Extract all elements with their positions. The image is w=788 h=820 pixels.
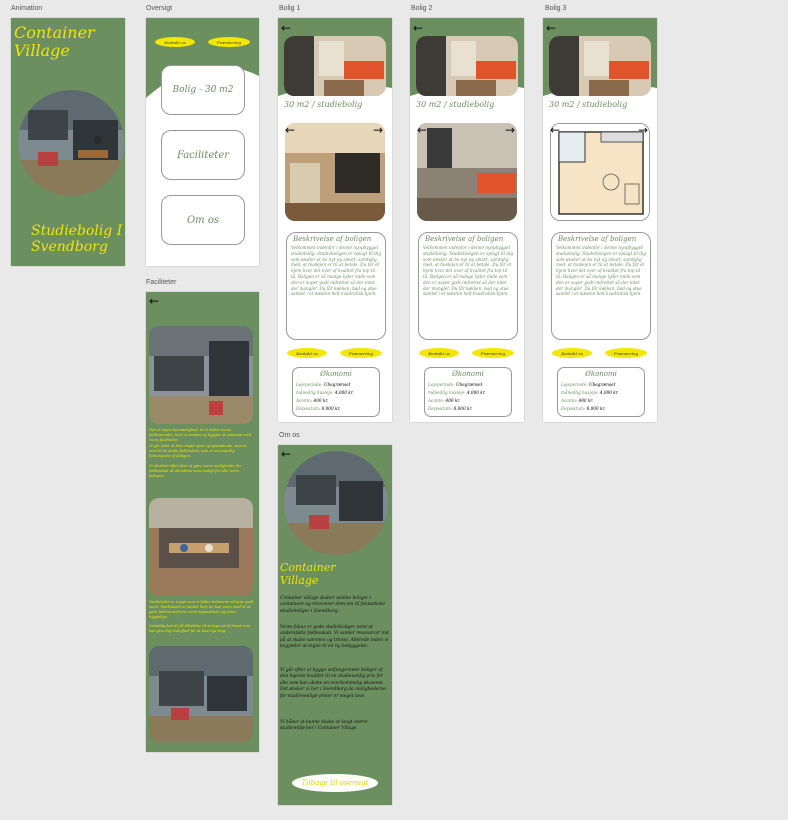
- award-pill[interactable]: Præmiering: [605, 348, 647, 358]
- om-os-button[interactable]: Om os: [161, 195, 245, 245]
- room-photo: [416, 36, 518, 96]
- artboard-bolig1[interactable]: ← 30 m2 / studiebolig ← → Beskrivelse af…: [278, 18, 392, 422]
- award-pill[interactable]: Præmiering: [208, 37, 250, 47]
- animation-title: Container Village: [14, 23, 95, 60]
- contact-pill[interactable]: Kontakt os: [287, 348, 327, 358]
- back-arrow-icon[interactable]: ←: [413, 22, 423, 34]
- label-bolig1: Bolig 1: [279, 5, 301, 12]
- artboard-faciliteter[interactable]: ← Det er ingen hemmelighed, at vi elsker…: [146, 292, 259, 752]
- next-arrow-icon[interactable]: →: [638, 124, 648, 136]
- bolig-heading: 30 m2 / studiebolig: [549, 100, 628, 109]
- prev-arrow-icon[interactable]: ←: [550, 124, 560, 136]
- artboard-animation[interactable]: Container Village Studiebolig I Svendbor…: [11, 18, 125, 266]
- faciliteter-button[interactable]: Faciliteter: [161, 130, 245, 180]
- omos-title: Container Village: [280, 561, 336, 587]
- back-arrow-icon[interactable]: ←: [546, 22, 556, 34]
- faciliteter-text-2: Vi går efter at lave noget sjovt og spæn…: [149, 444, 247, 458]
- award-pill[interactable]: Præmiering: [472, 348, 514, 358]
- bolig-button[interactable]: Bolig - 30 m2: [161, 65, 245, 115]
- bolig-heading: 30 m2 / studiebolig: [284, 100, 363, 109]
- economy-box: Økonomi Lejeperiode: Ubegrænset månedlig…: [557, 367, 645, 417]
- prev-arrow-icon[interactable]: ←: [285, 124, 295, 136]
- workshop-photo: [149, 498, 253, 596]
- artboard-omos[interactable]: ← Container Village Container village sk…: [278, 445, 392, 805]
- label-faciliteter: Faciliteter: [146, 279, 177, 286]
- label-bolig2: Bolig 2: [411, 5, 433, 12]
- prev-arrow-icon[interactable]: ←: [417, 124, 427, 136]
- label-oversigt: Oversigt: [146, 5, 173, 12]
- next-arrow-icon[interactable]: →: [373, 124, 383, 136]
- faciliteter-text-3: Vi stræber altid efter at gøre vores mul…: [149, 464, 242, 478]
- omos-paragraph-3: Vi går efter at bygge velfungerende boli…: [280, 668, 387, 699]
- back-arrow-icon[interactable]: ←: [281, 448, 291, 460]
- award-pill[interactable]: Præmiering: [340, 348, 382, 358]
- label-omos: Om os: [279, 432, 300, 439]
- contact-pill[interactable]: Kontakt os: [419, 348, 459, 358]
- kitchen-photo: [285, 123, 385, 221]
- faciliteter-text-1: Det er ingen hemmelighed, at vi elsker v…: [149, 428, 252, 442]
- bolig-heading: 30 m2 / studiebolig: [416, 100, 495, 109]
- economy-box: Økonomi Lejeperiode: Ubegrænset månedlig…: [292, 367, 380, 417]
- omos-paragraph-4: Vi håber at kunne skabe et langt større …: [280, 720, 368, 732]
- artboard-bolig2[interactable]: ← 30 m2 / studiebolig ← → Beskrivelse af…: [410, 18, 524, 422]
- artboard-bolig3[interactable]: ← 30 m2 / studiebolig ← → Beskrivelse af…: [543, 18, 657, 422]
- omos-paragraph-1: Container village skaber unikke boliger …: [280, 596, 386, 614]
- omos-paragraph-2: Vores fokus er gode studieboliger samt a…: [280, 625, 389, 650]
- living-photo: [417, 123, 517, 221]
- animation-subtitle: Studiebolig I Svendborg: [31, 223, 123, 255]
- description-box: Beskrivelse af boligen Velkommen indenfo…: [286, 232, 386, 340]
- back-arrow-icon[interactable]: ←: [149, 295, 159, 307]
- courtyard-photo: [149, 646, 253, 742]
- floorplan-image: [550, 123, 650, 221]
- room-photo: [284, 36, 386, 96]
- artboard-oversigt[interactable]: Kontakt os Præmiering Bolig - 30 m2 Faci…: [146, 18, 259, 266]
- container-photo: [18, 90, 124, 196]
- back-arrow-icon[interactable]: ←: [281, 22, 291, 34]
- next-arrow-icon[interactable]: →: [505, 124, 515, 136]
- economy-box: Økonomi Lejeperiode: Ubegrænset månedlig…: [424, 367, 512, 417]
- contact-pill[interactable]: Kontakt os: [155, 37, 195, 47]
- container-photo: [149, 326, 253, 424]
- faciliteter-text-4: Værkstedet er noget som vi håber beboern…: [149, 600, 254, 619]
- description-box: Beskrivelse af boligen Velkommen indenfo…: [418, 232, 518, 340]
- label-animation: Animation: [11, 5, 43, 12]
- label-bolig3: Bolig 3: [545, 5, 567, 12]
- description-box: Beskrivelse af boligen Velkommen indenfo…: [551, 232, 651, 340]
- room-photo: [549, 36, 651, 96]
- container-photo: [284, 451, 388, 555]
- faciliteter-text-5: Samtidig kan du få tilladelse til at tag…: [149, 624, 251, 633]
- back-to-overview-button[interactable]: Tilbage til oversigt: [292, 774, 378, 792]
- contact-pill[interactable]: Kontakt os: [552, 348, 592, 358]
